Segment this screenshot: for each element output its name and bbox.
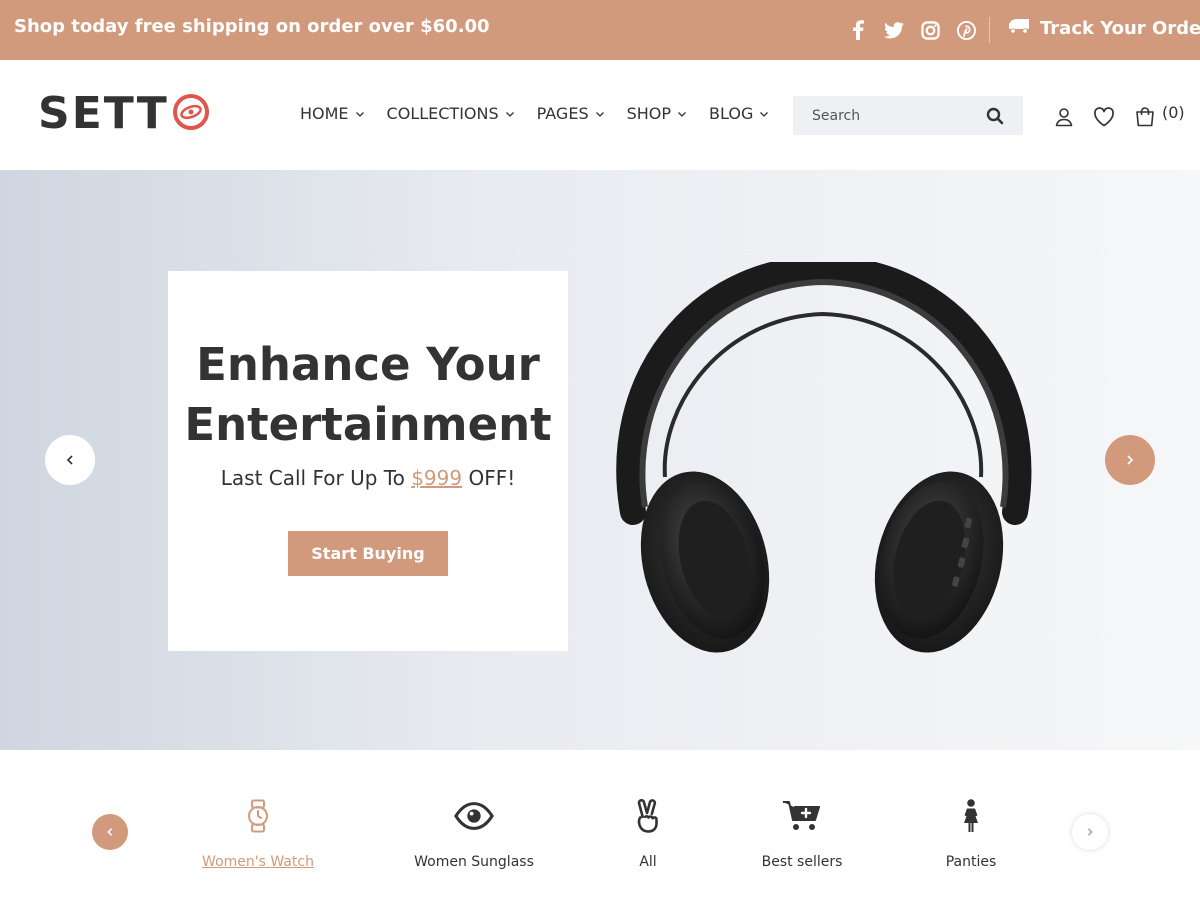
peace-hand-icon (628, 798, 668, 834)
category-item-best-sellers[interactable]: Best sellers (752, 798, 852, 870)
chevron-down-icon (595, 111, 604, 117)
main-nav: HOME COLLECTIONS PAGES SHOP BLOG (300, 104, 769, 123)
site-header: SETT HOME COLLECTIONS PAGES SHOP BLOG Se… (0, 60, 1200, 170)
category-label: Best sellers (761, 854, 843, 870)
chevron-down-icon (760, 111, 769, 117)
track-order-label: Track Your Order (1040, 17, 1200, 39)
cart-plus-icon (782, 798, 822, 834)
category-carousel: Women's Watch Women Sunglass All Best se… (0, 750, 1200, 900)
truck-icon (1008, 17, 1030, 39)
hero-price-link[interactable]: $999 (411, 466, 462, 490)
logo-mark-icon (171, 92, 211, 136)
chevron-down-icon (505, 111, 514, 117)
search-input[interactable] (793, 96, 983, 135)
hero-next-button[interactable] (1105, 435, 1155, 485)
search-box (793, 96, 1023, 135)
twitter-icon[interactable] (884, 18, 904, 42)
category-next-button[interactable] (1072, 814, 1108, 850)
hero-slider: Enhance Your Entertainment Last Call For… (0, 170, 1200, 750)
logo[interactable]: SETT (38, 92, 211, 136)
cart-count[interactable]: (0) (1162, 103, 1185, 122)
chevron-left-icon (107, 828, 113, 836)
chevron-right-icon (1087, 828, 1093, 836)
nav-blog[interactable]: BLOG (709, 104, 769, 123)
nav-shop[interactable]: SHOP (627, 104, 687, 123)
instagram-icon[interactable] (920, 18, 940, 42)
account-icon[interactable] (1052, 105, 1076, 129)
start-buying-button[interactable]: Start Buying (288, 531, 448, 576)
hero-subtitle-suffix: OFF! (462, 466, 516, 490)
category-item-panties[interactable]: Panties (931, 798, 1011, 870)
topbar-divider (989, 17, 990, 43)
nav-home[interactable]: HOME (300, 104, 365, 123)
chevron-down-icon (678, 111, 686, 117)
female-icon (951, 798, 991, 834)
category-item-womens-watch[interactable]: Women's Watch (198, 798, 318, 870)
category-item-women-sunglass[interactable]: Women Sunglass (404, 798, 544, 870)
pinterest-icon[interactable] (956, 18, 976, 42)
promo-text: Shop today free shipping on order over $… (14, 16, 490, 37)
nav-label: PAGES (536, 104, 589, 123)
category-prev-button[interactable] (92, 814, 128, 850)
nav-label: BLOG (709, 104, 754, 123)
track-order-link[interactable]: Track Your Order (1008, 17, 1200, 39)
watch-icon (238, 798, 278, 834)
chevron-left-icon (66, 455, 73, 465)
hero-subtitle: Last Call For Up To $999 OFF! (168, 466, 568, 490)
facebook-icon[interactable] (848, 18, 868, 42)
logo-text: SETT (38, 88, 169, 139)
hero-card: Enhance Your Entertainment Last Call For… (168, 271, 568, 651)
hero-prev-button[interactable] (45, 435, 95, 485)
eye-icon (454, 798, 494, 834)
cart-bag-icon[interactable] (1133, 105, 1157, 129)
category-label: All (639, 854, 657, 870)
hero-subtitle-prefix: Last Call For Up To (220, 466, 412, 490)
category-label: Women's Watch (202, 854, 314, 870)
nav-pages[interactable]: PAGES (537, 104, 605, 123)
nav-label: SHOP (626, 104, 672, 123)
category-label: Panties (945, 854, 997, 870)
category-label: Women Sunglass (414, 854, 534, 870)
chevron-right-icon (1127, 455, 1134, 465)
headphones-image (616, 262, 1032, 653)
hero-title: Enhance Your Entertainment (184, 338, 552, 451)
nav-label: COLLECTIONS (386, 104, 499, 123)
chevron-down-icon (355, 111, 364, 117)
announcement-bar: Shop today free shipping on order over $… (0, 0, 1200, 60)
wishlist-heart-icon[interactable] (1092, 105, 1116, 129)
search-icon[interactable] (985, 106, 1005, 126)
nav-collections[interactable]: COLLECTIONS (387, 104, 515, 123)
nav-label: HOME (300, 104, 349, 123)
social-links (848, 18, 976, 42)
category-item-all[interactable]: All (618, 798, 678, 870)
